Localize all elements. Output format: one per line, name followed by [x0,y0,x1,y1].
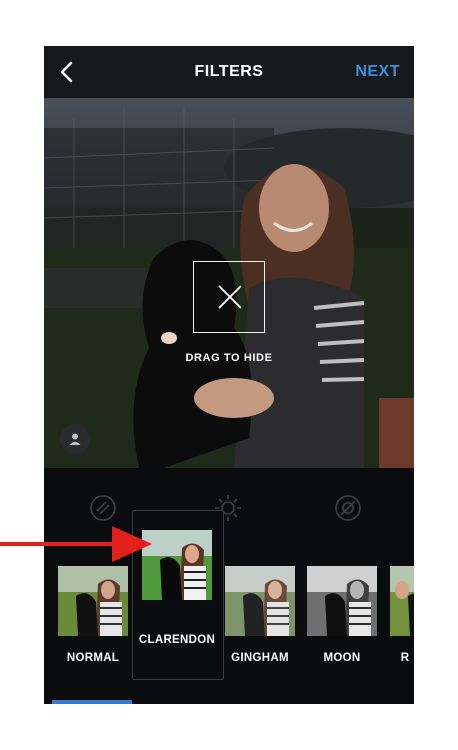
page-title: FILTERS [194,63,264,80]
tag-people-button[interactable] [60,424,90,454]
hide-drop-zone [193,261,265,333]
filter-label: CLARENDON [138,634,216,646]
filter-thumbnail [390,566,414,636]
filter-label: R [400,652,410,664]
filter-thumbnail [307,566,377,636]
next-button[interactable]: NEXT [355,63,400,81]
selection-underline [52,700,132,704]
back-chevron-icon[interactable] [56,60,80,84]
tilt-shift-icon[interactable] [334,494,362,522]
filters-screen: FILTERS NEXT DRAG TO HIDE NORMAL CLAREND… [44,46,414,704]
filter-label: NORMAL [66,652,120,664]
person-icon [69,433,81,445]
photo-preview[interactable]: DRAG TO HIDE [44,98,414,468]
top-bar: FILTERS NEXT [44,46,414,98]
drag-to-hide-label: DRAG TO HIDE [185,352,273,364]
filter-thumbnail [58,566,128,636]
red-arrow-annotation [0,526,152,562]
filter-thumbnail [225,566,295,636]
close-icon [218,285,242,309]
